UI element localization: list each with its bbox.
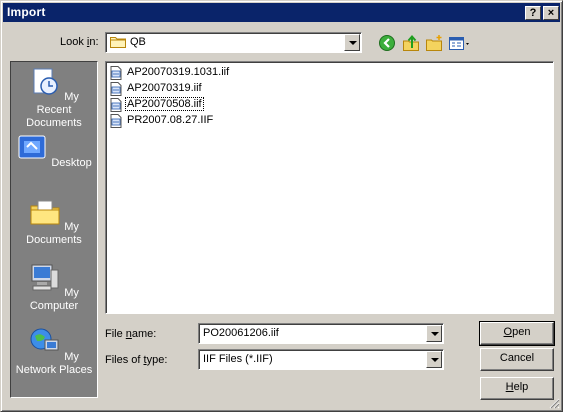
network-places-icon [30, 328, 59, 351]
import-dialog: Import ? × Look in: QB My Recent Documen… [0, 0, 563, 412]
desktop-icon [18, 135, 46, 159]
chevron-down-icon[interactable] [426, 325, 442, 342]
view-menu-icon[interactable] [448, 34, 472, 52]
open-button[interactable]: Open [479, 321, 555, 346]
file-type-value: IIF Files (*.IIF) [203, 353, 273, 365]
file-type-dropdown[interactable]: IIF Files (*.IIF) [198, 349, 444, 370]
resize-grip-icon[interactable] [548, 397, 560, 409]
file-name-value: PO20061206.iif [203, 327, 279, 339]
file-name: AP20070319.1031.iif [127, 66, 230, 78]
iif-file-icon [110, 82, 122, 96]
folder-icon [110, 37, 126, 48]
recent-documents-icon [33, 68, 58, 95]
close-button[interactable]: × [543, 6, 559, 20]
title-bar[interactable]: Import ? × [3, 3, 560, 22]
my-computer-icon [31, 264, 59, 291]
place-desktop[interactable]: Desktop [11, 132, 97, 170]
my-documents-icon [30, 200, 60, 225]
new-folder-icon[interactable] [425, 34, 443, 52]
look-in-dropdown[interactable]: QB [105, 32, 362, 53]
file-type-label: Files of type: [105, 354, 168, 366]
up-folder-icon[interactable] [402, 34, 420, 52]
place-my-network-places[interactable]: My Network Places [11, 326, 97, 377]
iif-file-icon [110, 114, 122, 128]
iif-file-icon [110, 66, 122, 80]
file-name: PR2007.08.27.IIF [127, 114, 214, 126]
iif-file-icon [110, 98, 122, 112]
chevron-down-icon[interactable] [344, 34, 360, 51]
cancel-button[interactable]: Cancel [480, 348, 554, 371]
file-list[interactable]: AP20070319.1031.iif AP20070319.iif AP200… [105, 61, 554, 314]
places-bar: My Recent Documents Desktop My Documents [10, 61, 98, 398]
window-title: Import [7, 5, 46, 19]
look-in-label: Look in: [60, 36, 99, 48]
file-name: AP20070508.iif [125, 97, 204, 111]
chevron-down-icon[interactable] [426, 351, 442, 368]
place-my-computer[interactable]: My Computer [11, 262, 97, 313]
back-icon[interactable] [378, 34, 396, 52]
help-title-button[interactable]: ? [525, 6, 541, 20]
place-my-recent-documents[interactable]: My Recent Documents [11, 66, 97, 130]
file-name-field[interactable]: PO20061206.iif [198, 323, 444, 344]
file-name-label: File name: [105, 328, 157, 340]
file-name: AP20070319.iif [127, 82, 202, 94]
place-my-documents[interactable]: My Documents [11, 196, 97, 247]
look-in-value: QB [130, 36, 146, 48]
help-button[interactable]: Help [480, 377, 554, 400]
